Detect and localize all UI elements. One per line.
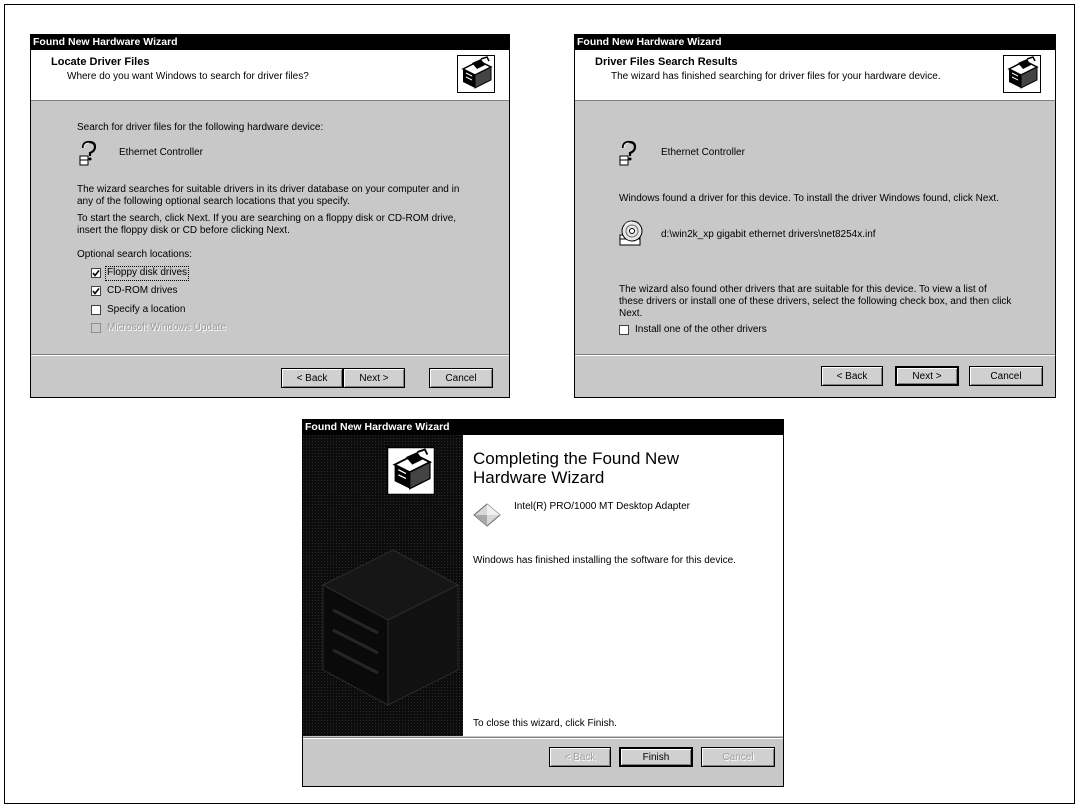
finished-text: Windows has finished installing the soft… <box>473 555 736 566</box>
locate-driver-files-dialog: Found New Hardware Wizard Locate Driver … <box>30 34 510 398</box>
dialog-title-bar[interactable]: Found New Hardware Wizard <box>303 420 783 435</box>
hardware-wizard-icon <box>387 447 435 495</box>
back-button[interactable]: < Back <box>821 366 883 386</box>
completion-heading: Completing the Found New Hardware Wizard <box>473 449 679 487</box>
checkmark-icon <box>92 288 100 295</box>
button-separator <box>575 354 1055 356</box>
completion-heading-line: Hardware Wizard <box>473 468 605 487</box>
unknown-device-icon <box>79 140 97 166</box>
button-separator <box>303 737 783 739</box>
dialog-title-bar[interactable]: Found New Hardware Wizard <box>575 35 1055 50</box>
wizard-content-area: Completing the Found New Hardware Wizard… <box>463 435 783 736</box>
description-line: any of the following optional search loc… <box>77 196 350 207</box>
cancel-button[interactable]: Cancel <box>969 366 1043 386</box>
specify-location-label[interactable]: Specify a location <box>107 304 185 317</box>
hardware-wizard-icon <box>1003 55 1041 93</box>
optional-locations-label: Optional search locations: <box>77 249 193 260</box>
cd-driver-icon <box>619 220 643 246</box>
next-button[interactable]: Next > <box>343 368 405 388</box>
finish-button[interactable]: Finish <box>619 747 693 767</box>
other-drivers-text: The wizard also found other drivers that… <box>619 284 987 295</box>
back-button[interactable]: < Back <box>281 368 343 388</box>
windows-update-checkbox[interactable] <box>91 323 101 333</box>
header-subtitle: The wizard has finished searching for dr… <box>611 71 941 82</box>
intro-text: Search for driver files for the followin… <box>77 122 324 133</box>
instruction-line: To start the search, click Next. If you … <box>77 213 457 224</box>
driver-found-text: Windows found a driver for this device. … <box>619 193 999 204</box>
header-title: Locate Driver Files <box>51 56 150 68</box>
cancel-button[interactable]: Cancel <box>701 747 775 767</box>
completion-heading-line: Completing the Found New <box>473 449 680 468</box>
cancel-button[interactable]: Cancel <box>429 368 493 388</box>
wizard-watermark-graphic <box>303 435 463 736</box>
windows-update-label[interactable]: Microsoft Windows Update <box>107 322 226 335</box>
description-line: The wizard searches for suitable drivers… <box>77 184 460 195</box>
device-name: Ethernet Controller <box>119 147 203 158</box>
other-drivers-text: these drivers or install one of these dr… <box>619 296 1012 307</box>
header-subtitle: Where do you want Windows to search for … <box>67 71 309 82</box>
hardware-wizard-icon <box>457 55 495 93</box>
wizard-side-panel <box>303 435 463 736</box>
next-button[interactable]: Next > <box>895 366 959 386</box>
dialog-title-bar[interactable]: Found New Hardware Wizard <box>31 35 509 50</box>
other-drivers-text: Next. <box>619 308 643 319</box>
install-other-drivers-checkbox[interactable] <box>619 325 629 335</box>
driver-search-results-dialog: Found New Hardware Wizard Driver Files S… <box>574 34 1056 398</box>
close-instruction-text: To close this wizard, click Finish. <box>473 718 617 729</box>
completing-wizard-dialog: Found New Hardware Wizard Completing the… <box>302 419 784 787</box>
back-button[interactable]: < Back <box>549 747 611 767</box>
button-separator <box>31 354 509 356</box>
device-name: Intel(R) PRO/1000 MT Desktop Adapter <box>514 501 691 512</box>
install-other-drivers-label[interactable]: Install one of the other drivers <box>635 324 767 337</box>
driver-path: d:\win2k_xp gigabit ethernet drivers\net… <box>661 229 876 240</box>
cd-rom-label[interactable]: CD-ROM drives <box>107 285 178 298</box>
cd-rom-checkbox[interactable] <box>91 286 101 296</box>
header-title: Driver Files Search Results <box>595 56 738 68</box>
floppy-disk-label[interactable]: Floppy disk drives <box>104 266 190 281</box>
checkmark-icon <box>92 270 100 277</box>
wizard-header: Locate Driver Files Where do you want Wi… <box>31 50 509 101</box>
wizard-header: Driver Files Search Results The wizard h… <box>575 50 1055 101</box>
specify-location-checkbox[interactable] <box>91 305 101 315</box>
floppy-disk-checkbox[interactable] <box>91 268 101 278</box>
device-name: Ethernet Controller <box>661 147 745 158</box>
network-adapter-icon <box>473 503 501 527</box>
unknown-device-icon <box>619 140 637 166</box>
instruction-line: insert the floppy disk or CD before clic… <box>77 225 290 236</box>
